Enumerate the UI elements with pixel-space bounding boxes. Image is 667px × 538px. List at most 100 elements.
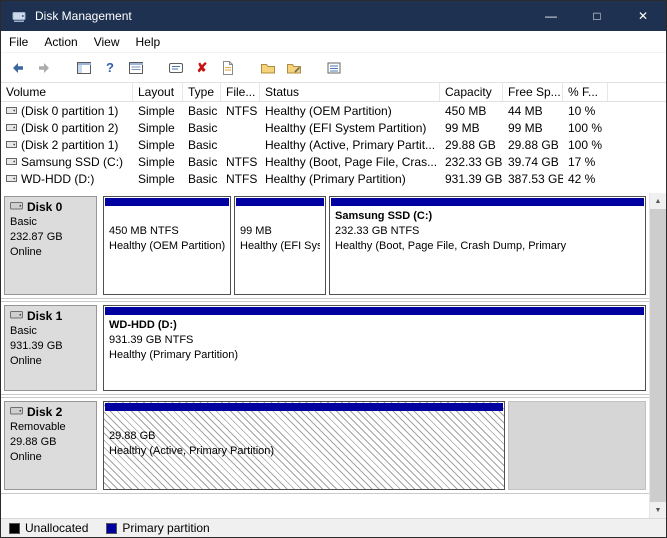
- help-icon[interactable]: ?: [98, 56, 122, 80]
- partition-disk2-p1-selected[interactable]: 29.88 GB Healthy (Active, Primary Partit…: [103, 401, 505, 490]
- cell-type: Basic: [183, 172, 221, 186]
- vertical-scrollbar[interactable]: ▲ ▼: [649, 193, 666, 518]
- cell-type: Basic: [183, 138, 221, 152]
- cell-percent-free: 100 %: [563, 121, 608, 135]
- disk-size-label: 29.88 GB: [10, 435, 91, 450]
- volume-table: Volume Layout Type File... Status Capaci…: [1, 83, 666, 187]
- disk-size-label: 931.39 GB: [10, 339, 91, 354]
- disk-status-label: Online: [10, 354, 91, 369]
- cell-file-system: NTFS: [221, 104, 260, 118]
- disk-name-label: Disk 1: [27, 309, 62, 324]
- partition-disk0-p2[interactable]: 99 MB Healthy (EFI System Partition): [234, 196, 326, 295]
- minimize-button[interactable]: —: [528, 1, 574, 31]
- graphical-view: Disk 0 Basic 232.87 GB Online 450 MB NTF…: [1, 193, 666, 518]
- partition-status: Healthy (OEM Partition): [109, 239, 225, 254]
- list-view-icon[interactable]: [322, 56, 346, 80]
- volume-name: Samsung SSD (C:): [21, 155, 123, 169]
- window-title: Disk Management: [35, 9, 132, 23]
- table-header: Volume Layout Type File... Status Capaci…: [1, 83, 666, 102]
- partition-size: 29.88 GB: [109, 429, 499, 444]
- menu-view[interactable]: View: [86, 33, 128, 51]
- volume-name: (Disk 2 partition 1): [21, 138, 118, 152]
- legend-label: Unallocated: [25, 521, 88, 535]
- partition-disk0-p1[interactable]: 450 MB NTFS Healthy (OEM Partition): [103, 196, 231, 295]
- table-row[interactable]: Samsung SSD (C:) Simple Basic NTFS Healt…: [1, 153, 666, 170]
- scroll-down-icon[interactable]: ▼: [650, 502, 666, 518]
- cell-percent-free: 42 %: [563, 172, 608, 186]
- toolbar: ? ✘: [1, 52, 666, 83]
- cell-percent-free: 10 %: [563, 104, 608, 118]
- column-header-free-space[interactable]: Free Sp...: [503, 83, 563, 101]
- partition-size: 99 MB: [240, 224, 320, 239]
- action-pane-icon[interactable]: [164, 56, 188, 80]
- partition-status: Healthy (Boot, Page File, Crash Dump, Pr…: [335, 239, 640, 254]
- partition-disk1-d-drive[interactable]: WD-HDD (D:) 931.39 GB NTFS Healthy (Prim…: [103, 305, 646, 391]
- menu-file[interactable]: File: [1, 33, 36, 51]
- console-tree-icon[interactable]: [72, 56, 96, 80]
- partition-disk0-c-drive[interactable]: Samsung SSD (C:) 232.33 GB NTFS Healthy …: [329, 196, 646, 295]
- partition-title: WD-HDD (D:): [109, 318, 640, 333]
- edit-folder-icon[interactable]: [282, 56, 306, 80]
- disk-name-label: Disk 0: [27, 200, 62, 215]
- cell-file-system: NTFS: [221, 172, 260, 186]
- legend-primary-partition: Primary partition: [106, 521, 209, 535]
- cell-status: Healthy (Active, Primary Partit...: [260, 138, 440, 152]
- disk-icon: [10, 309, 23, 324]
- volume-name: (Disk 0 partition 2): [21, 121, 118, 135]
- window-controls: — □ ✕: [528, 1, 666, 31]
- table-row[interactable]: (Disk 2 partition 1) Simple Basic Health…: [1, 136, 666, 153]
- partition-stripe: [105, 307, 644, 315]
- back-icon[interactable]: [6, 56, 30, 80]
- table-row[interactable]: (Disk 0 partition 2) Simple Basic Health…: [1, 119, 666, 136]
- column-header-status[interactable]: Status: [260, 83, 440, 101]
- column-header-filler: [608, 83, 666, 101]
- cell-layout: Simple: [133, 172, 183, 186]
- cell-type: Basic: [183, 104, 221, 118]
- open-folder-icon[interactable]: [256, 56, 280, 80]
- volume-icon: [6, 105, 17, 116]
- scrollbar-thumb[interactable]: [650, 209, 666, 502]
- cell-status: Healthy (OEM Partition): [260, 104, 440, 118]
- maximize-button[interactable]: □: [574, 1, 620, 31]
- disk-header-disk0[interactable]: Disk 0 Basic 232.87 GB Online: [4, 196, 97, 295]
- cell-type: Basic: [183, 155, 221, 169]
- delete-volume-icon[interactable]: ✘: [190, 56, 214, 80]
- forward-icon[interactable]: [32, 56, 56, 80]
- disk-icon: [10, 405, 23, 420]
- partition-size: 931.39 GB NTFS: [109, 333, 640, 348]
- table-row[interactable]: WD-HDD (D:) Simple Basic NTFS Healthy (P…: [1, 170, 666, 187]
- column-header-volume[interactable]: Volume: [1, 83, 133, 101]
- volume-icon: [6, 122, 17, 133]
- volume-name: (Disk 0 partition 1): [21, 104, 118, 118]
- cell-layout: Simple: [133, 155, 183, 169]
- cell-layout: Simple: [133, 121, 183, 135]
- titlebar: Disk Management — □ ✕: [1, 1, 666, 31]
- partition-title: [109, 414, 499, 429]
- table-row[interactable]: (Disk 0 partition 1) Simple Basic NTFS H…: [1, 102, 666, 119]
- disk-management-window: Disk Management — □ ✕ File Action View H…: [0, 0, 667, 538]
- column-header-file-system[interactable]: File...: [221, 83, 260, 101]
- properties-window-icon[interactable]: [124, 56, 148, 80]
- column-header-percent-free[interactable]: % F...: [563, 83, 608, 101]
- cell-status: Healthy (Primary Partition): [260, 172, 440, 186]
- column-header-layout[interactable]: Layout: [133, 83, 183, 101]
- cell-capacity: 450 MB: [440, 104, 503, 118]
- menu-help[interactable]: Help: [128, 33, 169, 51]
- disk-row-disk1: Disk 1 Basic 931.39 GB Online WD-HDD (D:…: [1, 301, 649, 395]
- volume-icon: [6, 156, 17, 167]
- close-button[interactable]: ✕: [620, 1, 666, 31]
- disk-header-disk2[interactable]: Disk 2 Removable 29.88 GB Online: [4, 401, 97, 490]
- column-header-type[interactable]: Type: [183, 83, 221, 101]
- export-document-icon[interactable]: [216, 56, 240, 80]
- cell-capacity: 232.33 GB: [440, 155, 503, 169]
- cell-type: Basic: [183, 121, 221, 135]
- cell-free-space: 29.88 GB: [503, 138, 563, 152]
- disk-header-disk1[interactable]: Disk 1 Basic 931.39 GB Online: [4, 305, 97, 391]
- cell-status: Healthy (EFI System Partition): [260, 121, 440, 135]
- legend-unallocated: Unallocated: [9, 521, 88, 535]
- cell-capacity: 29.88 GB: [440, 138, 503, 152]
- scroll-up-icon[interactable]: ▲: [650, 193, 666, 209]
- column-header-capacity[interactable]: Capacity: [440, 83, 503, 101]
- legend-label: Primary partition: [122, 521, 209, 535]
- menu-action[interactable]: Action: [36, 33, 85, 51]
